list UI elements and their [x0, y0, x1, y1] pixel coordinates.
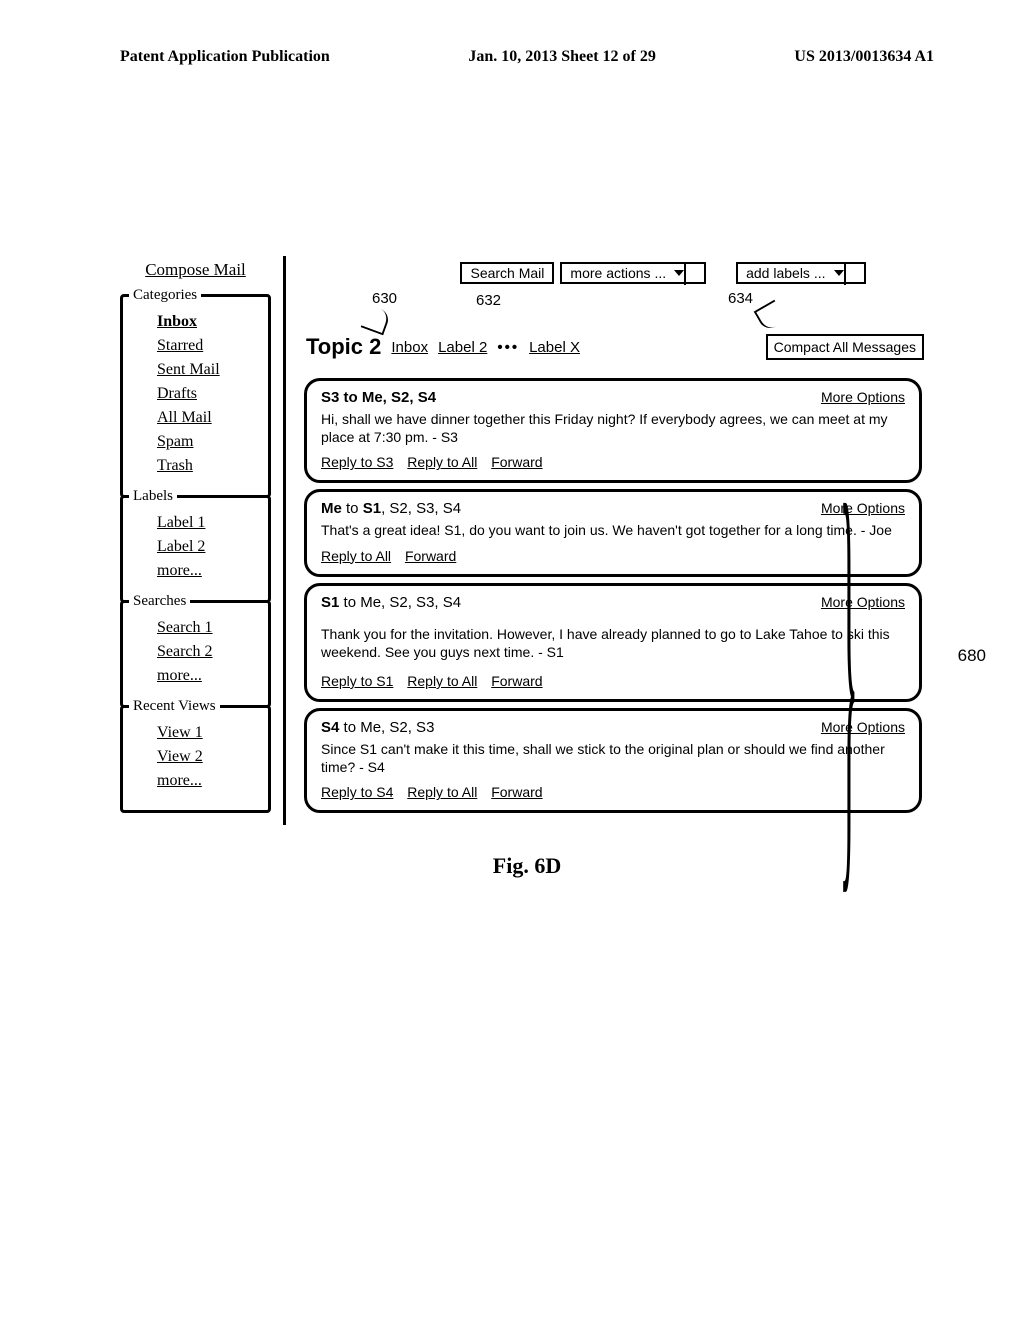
sidebar-item-allmail[interactable]: All Mail	[133, 409, 262, 427]
topic-row: Topic 2 Inbox Label 2 ••• Label X Compac…	[286, 330, 934, 370]
sidebar-item-labels-more[interactable]: more...	[133, 562, 262, 580]
searches-legend: Searches	[129, 593, 190, 610]
ref-680: 680	[958, 646, 986, 666]
message-3-from: S1 to Me, S2, S3, S4	[321, 594, 461, 611]
message-4-reply[interactable]: Reply to S4	[321, 784, 393, 800]
sidebar-recent: Recent Views View 1 View 2 more...	[120, 705, 271, 813]
brace-icon: }	[840, 400, 858, 941]
message-4: S4 to Me, S2, S3 More Options Since S1 c…	[304, 708, 922, 813]
sidebar-item-search1[interactable]: Search 1	[133, 619, 262, 637]
figure-label: Fig. 6D	[120, 853, 934, 879]
sidebar-item-starred[interactable]: Starred	[133, 337, 262, 355]
more-actions-dropdown[interactable]: more actions ...	[560, 262, 706, 284]
message-2-from: Me to S1, S2, S3, S4	[321, 500, 461, 517]
sidebar-item-spam[interactable]: Spam	[133, 433, 262, 451]
conversation-list: S3 to Me, S2, S4 More Options Hi, shall …	[286, 370, 934, 825]
message-1: S3 to Me, S2, S4 More Options Hi, shall …	[304, 378, 922, 483]
message-4-body: Since S1 can't make it this time, shall …	[321, 740, 905, 776]
message-4-from: S4 to Me, S2, S3	[321, 719, 434, 736]
categories-legend: Categories	[129, 287, 201, 304]
sidebar-categories: Categories Inbox Starred Sent Mail Draft…	[120, 294, 271, 498]
message-3: S1 to Me, S2, S3, S4 More Options Thank …	[304, 583, 922, 702]
topic-inbox-link[interactable]: Inbox	[391, 339, 428, 356]
toolbar: Search Mail more actions ... add labels …	[286, 256, 934, 286]
add-labels-label: add labels ...	[746, 265, 825, 281]
message-4-replyall[interactable]: Reply to All	[407, 784, 477, 800]
message-1-forward[interactable]: Forward	[491, 454, 542, 470]
add-labels-dropdown[interactable]: add labels ...	[736, 262, 865, 284]
sidebar-item-search2[interactable]: Search 2	[133, 643, 262, 661]
message-1-more-options[interactable]: More Options	[821, 389, 905, 406]
sidebar-item-trash[interactable]: Trash	[133, 457, 262, 475]
compose-link[interactable]: Compose Mail	[120, 260, 271, 280]
sidebar-item-label1[interactable]: Label 1	[133, 514, 262, 532]
hdr-mid: Jan. 10, 2013 Sheet 12 of 29	[468, 48, 656, 66]
message-2-forward[interactable]: Forward	[405, 548, 456, 564]
message-4-forward[interactable]: Forward	[491, 784, 542, 800]
sidebar-item-view1[interactable]: View 1	[133, 724, 262, 742]
message-1-replyall[interactable]: Reply to All	[407, 454, 477, 470]
message-1-reply[interactable]: Reply to S3	[321, 454, 393, 470]
ref-632: 632	[476, 292, 501, 309]
main: Search Mail more actions ... add labels …	[283, 256, 934, 825]
message-4-more-options[interactable]: More Options	[821, 719, 905, 736]
search-mail-button[interactable]: Search Mail	[460, 262, 554, 284]
message-3-body: Thank you for the invitation. However, I…	[321, 625, 905, 661]
message-3-more-options[interactable]: More Options	[821, 594, 905, 611]
recent-legend: Recent Views	[129, 698, 220, 715]
message-1-from: S3 to Me, S2, S4	[321, 389, 436, 406]
topic-label2-link[interactable]: Label 2	[438, 339, 487, 356]
sidebar: Compose Mail Categories Inbox Starred Se…	[120, 256, 275, 825]
message-1-body: Hi, shall we have dinner together this F…	[321, 410, 905, 446]
message-2-body: That's a great idea! S1, do you want to …	[321, 521, 905, 539]
ref-634: 634	[728, 290, 753, 307]
sidebar-item-label2[interactable]: Label 2	[133, 538, 262, 556]
sidebar-labels: Labels Label 1 Label 2 more...	[120, 495, 271, 603]
sidebar-searches: Searches Search 1 Search 2 more...	[120, 600, 271, 708]
topic-title: Topic 2	[306, 334, 381, 360]
message-2-more-options[interactable]: More Options	[821, 500, 905, 517]
message-2-replyall[interactable]: Reply to All	[321, 548, 391, 564]
message-3-reply[interactable]: Reply to S1	[321, 673, 393, 689]
message-3-forward[interactable]: Forward	[491, 673, 542, 689]
sidebar-item-sent[interactable]: Sent Mail	[133, 361, 262, 379]
message-2: Me to S1, S2, S3, S4 More Options That's…	[304, 489, 922, 576]
hdr-right: US 2013/0013634 A1	[794, 48, 934, 66]
sidebar-item-searches-more[interactable]: more...	[133, 667, 262, 685]
sidebar-item-recent-more[interactable]: more...	[133, 772, 262, 790]
topic-labelx-link[interactable]: Label X	[529, 339, 580, 356]
sidebar-item-drafts[interactable]: Drafts	[133, 385, 262, 403]
more-actions-label: more actions ...	[570, 265, 666, 281]
ellipsis-icon: •••	[497, 339, 519, 356]
hdr-left: Patent Application Publication	[120, 48, 330, 66]
message-3-replyall[interactable]: Reply to All	[407, 673, 477, 689]
labels-legend: Labels	[129, 488, 177, 505]
compact-all-button[interactable]: Compact All Messages	[766, 334, 924, 360]
sidebar-item-inbox[interactable]: Inbox	[133, 313, 262, 331]
sidebar-item-view2[interactable]: View 2	[133, 748, 262, 766]
